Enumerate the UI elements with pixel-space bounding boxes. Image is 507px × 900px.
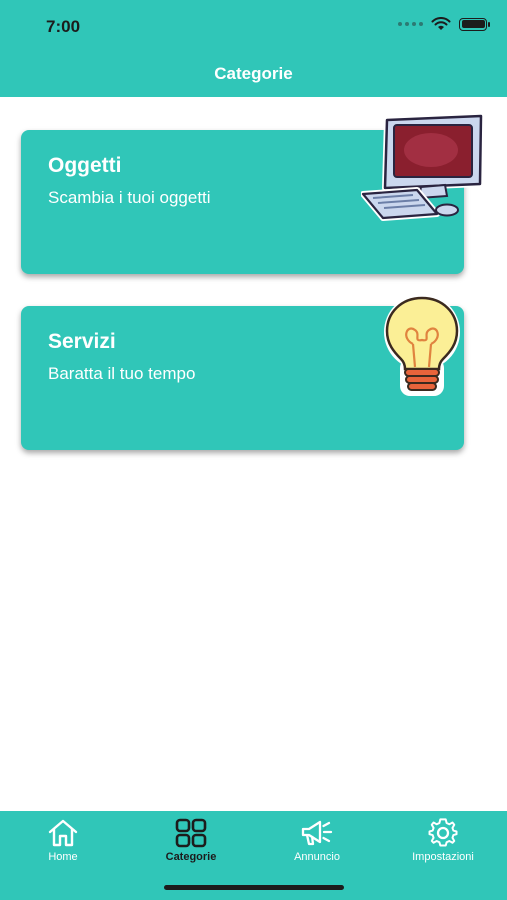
grid-icon — [175, 818, 207, 848]
tab-impostazioni[interactable]: Impostazioni — [380, 811, 506, 871]
tab-label: Home — [48, 851, 78, 863]
category-title: Servizi — [48, 330, 116, 353]
status-icons — [398, 17, 490, 31]
battery-icon — [459, 17, 490, 31]
wifi-icon — [431, 17, 451, 30]
signal-icon — [398, 22, 423, 26]
tab-label: Categorie — [165, 851, 217, 863]
home-icon — [48, 819, 78, 847]
gear-icon — [428, 818, 458, 847]
tab-home[interactable]: Home — [0, 811, 126, 871]
category-title: Oggetti — [48, 154, 122, 177]
top-bar: 7:00 Categorie — [0, 0, 507, 97]
megaphone-icon — [301, 820, 333, 846]
tab-label: Impostazioni — [412, 851, 474, 863]
tab-annuncio[interactable]: Annuncio — [254, 811, 380, 871]
category-card-oggetti[interactable]: Oggetti Scambia i tuoi oggetti — [21, 114, 484, 274]
status-time: 7:00 — [46, 17, 81, 36]
tab-categorie[interactable]: Categorie — [128, 811, 254, 871]
home-indicator — [164, 885, 344, 890]
tab-label: Annuncio — [294, 851, 340, 863]
category-subtitle: Scambia i tuoi oggetti — [48, 188, 211, 207]
page-title: Categorie — [214, 64, 293, 83]
category-subtitle: Baratta il tuo tempo — [48, 364, 196, 383]
lightbulb-icon — [384, 294, 460, 396]
category-card-servizi[interactable]: Servizi Baratta il tuo tempo — [21, 294, 464, 450]
computer-icon — [361, 114, 484, 221]
